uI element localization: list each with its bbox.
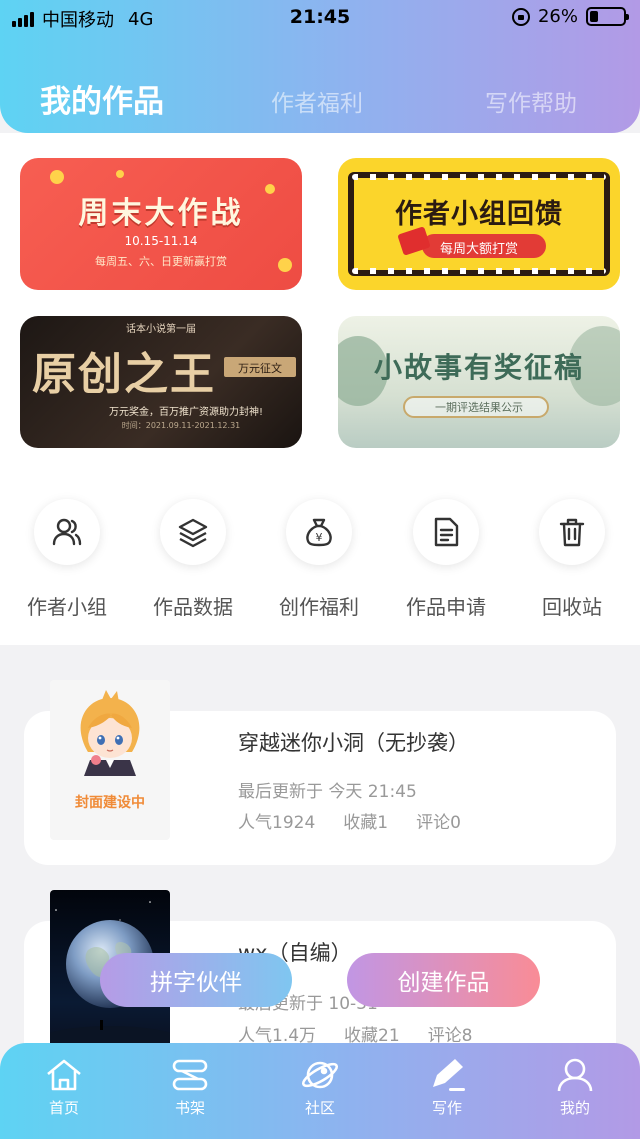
- banner-tag: 万元征文: [238, 362, 282, 375]
- anime-avatar-illustration: [80, 690, 140, 776]
- tab-my-works[interactable]: 我的作品: [40, 76, 164, 121]
- work-title: 穿越迷你小洞（无抄袭）: [238, 731, 469, 755]
- status-bar: 中国移动 4G 21:45 26%: [0, 6, 640, 31]
- action-label: 作者小组: [27, 595, 107, 619]
- banner-title: 小故事有奖征稿: [373, 351, 584, 384]
- work-popularity: 人气1924: [238, 813, 316, 833]
- pen-icon: [433, 1059, 465, 1091]
- tab-author-benefits[interactable]: 作者福利: [271, 84, 363, 118]
- document-icon: [413, 499, 479, 565]
- svg-text:¥: ¥: [316, 531, 323, 544]
- banner-subtitle: 万元奖金，百万推广资源助力封神!: [108, 407, 263, 418]
- battery-percent: 26%: [537, 6, 578, 27]
- banner-short-story-contest[interactable]: 小故事有奖征稿 一期评选结果公示: [338, 316, 620, 448]
- nav-label: 写作: [431, 1099, 462, 1117]
- planet-icon: [301, 1061, 339, 1089]
- nav-label: 书架: [174, 1099, 205, 1117]
- action-author-group[interactable]: 作者小组: [7, 499, 127, 620]
- nav-item-mine[interactable]: 我的: [535, 1057, 615, 1118]
- action-work-application[interactable]: 作品申请: [386, 499, 506, 620]
- action-creation-benefits[interactable]: ¥ 创作福利: [259, 499, 379, 620]
- action-label: 回收站: [542, 595, 602, 619]
- work-favorites: 收藏1: [343, 813, 389, 833]
- work-cover[interactable]: 封面建设中: [50, 680, 170, 840]
- work-stats: 人气1924 收藏1 评论0: [238, 808, 461, 833]
- banner-title: 原创之王: [32, 349, 216, 400]
- header: 中国移动 4G 21:45 26% 我的作品 作者福利 写作帮助: [0, 0, 640, 133]
- banner-original-king[interactable]: 话本小说第一届 原创之王 万元征文 万元奖金，百万推广资源助力封神! 时间：20…: [20, 316, 302, 448]
- banner-subtitle: 每周大额打赏: [439, 242, 518, 257]
- nav-label: 社区: [304, 1099, 335, 1117]
- word-partner-button[interactable]: 拼字伙伴: [100, 953, 292, 1007]
- action-label: 作品数据: [153, 595, 233, 619]
- tab-writing-help[interactable]: 写作帮助: [485, 84, 577, 118]
- nav-item-writing[interactable]: 写作: [407, 1057, 487, 1118]
- nav-item-home[interactable]: 首页: [24, 1057, 104, 1118]
- banner-author-group-reward[interactable]: 作者小组回馈 每周大额打赏: [338, 158, 620, 290]
- nav-label: 首页: [48, 1099, 79, 1117]
- create-work-button[interactable]: 创建作品: [347, 953, 540, 1007]
- action-work-data[interactable]: 作品数据: [133, 499, 253, 620]
- action-label: 作品申请: [406, 595, 486, 619]
- nav-item-community[interactable]: 社区: [280, 1057, 360, 1118]
- nav-item-bookshelf[interactable]: 书架: [150, 1057, 230, 1118]
- banner-subtitle: 一期评选结果公示: [435, 401, 523, 414]
- work-comments: 评论0: [416, 813, 461, 833]
- money-bag-icon: ¥: [286, 499, 352, 565]
- banner-subtitle: 每周五、六、日更新赢打赏: [95, 255, 227, 268]
- action-label: 创作福利: [279, 595, 359, 619]
- banner-date: 10.15-11.14: [124, 234, 198, 248]
- bookshelf-icon: [172, 1059, 208, 1091]
- nav-label: 我的: [559, 1099, 590, 1117]
- battery-icon: [586, 7, 629, 26]
- home-icon: [47, 1059, 81, 1091]
- banner-date: 时间：2021.09.11-2021.12.31: [121, 421, 241, 430]
- cover-placeholder-caption: 封面建设中: [75, 795, 145, 811]
- banner-title: 周末大作战: [78, 196, 244, 231]
- work-updated: 最后更新于 今天 21:45: [238, 782, 417, 802]
- banner-title: 作者小组回馈: [395, 199, 563, 230]
- top-tabs: 我的作品 作者福利 写作帮助: [0, 70, 640, 120]
- layers-icon: [160, 499, 226, 565]
- main-panel: 周末大作战 10.15-11.14 每周五、六、日更新赢打赏 作者小组回馈 每周…: [0, 133, 640, 645]
- action-recycle-bin[interactable]: 回收站: [512, 499, 632, 620]
- user-icon: [557, 1058, 593, 1092]
- banner-weekend-battle[interactable]: 周末大作战 10.15-11.14 每周五、六、日更新赢打赏: [20, 158, 302, 290]
- banner-kicker: 话本小说第一届: [126, 324, 196, 335]
- trash-icon: [539, 499, 605, 565]
- bottom-nav: 首页 书架 社区 写作 我的: [0, 1043, 640, 1139]
- orientation-lock-icon: [511, 7, 530, 26]
- group-icon: [34, 499, 100, 565]
